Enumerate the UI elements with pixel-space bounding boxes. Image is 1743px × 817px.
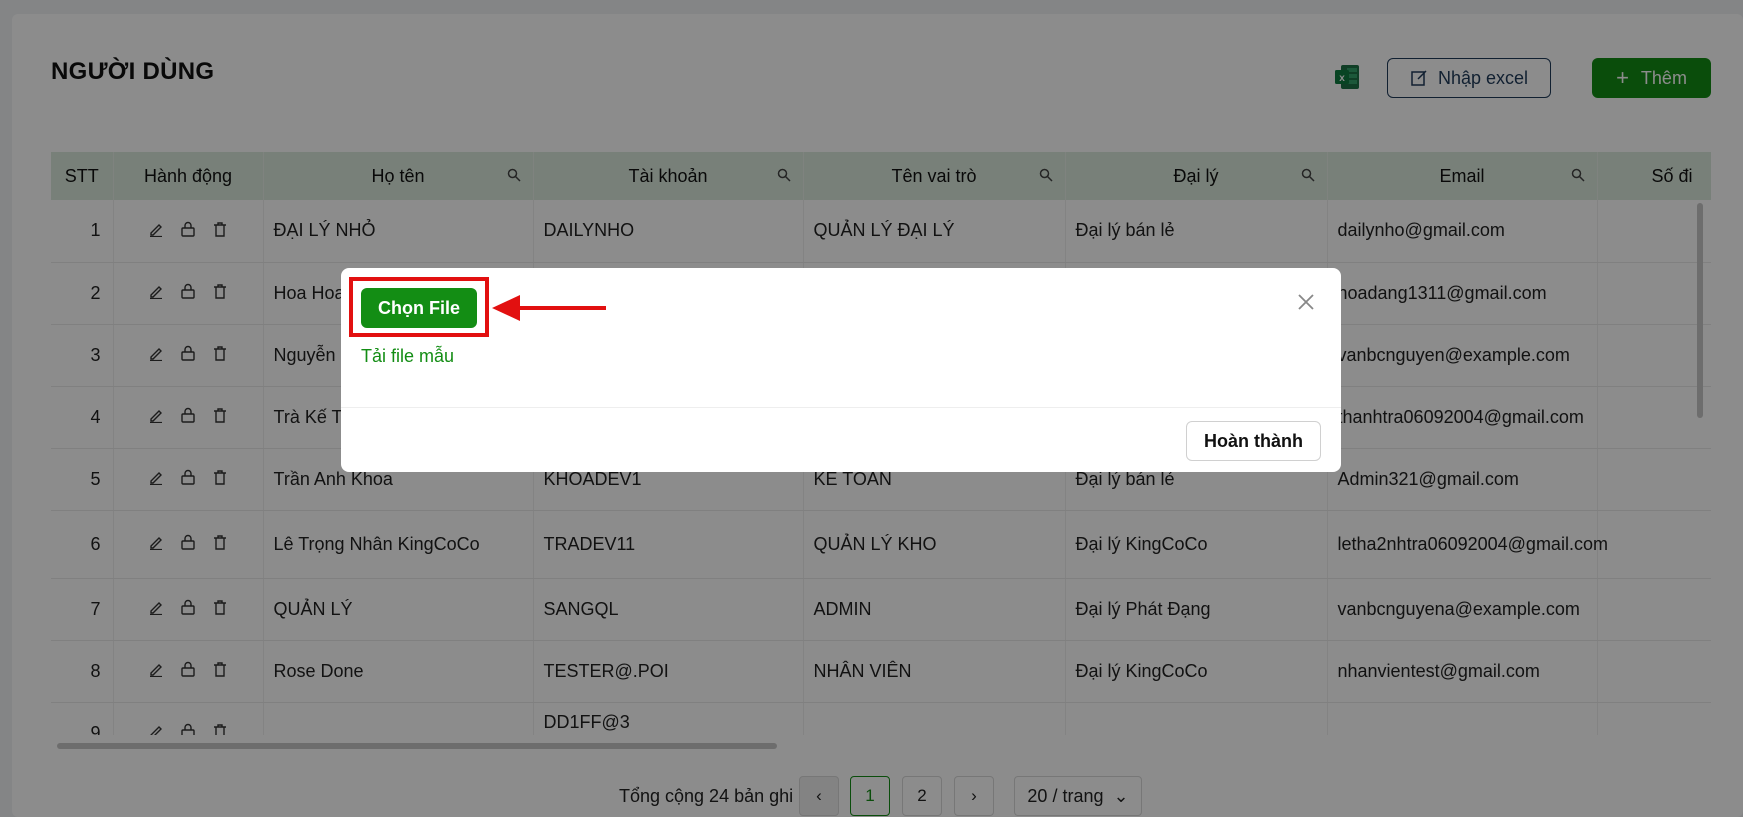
download-template-link[interactable]: Tải file mẫu <box>361 346 454 367</box>
done-button[interactable]: Hoàn thành <box>1186 421 1321 461</box>
choose-file-button[interactable]: Chọn File <box>361 288 477 328</box>
annotation-arrow-icon <box>492 295 606 321</box>
users-page: NGƯỜI DÙNG x Nhập excel + Thêm STT Hành … <box>0 0 1743 817</box>
modal-footer-divider <box>341 407 1341 408</box>
close-icon[interactable] <box>1296 292 1316 312</box>
